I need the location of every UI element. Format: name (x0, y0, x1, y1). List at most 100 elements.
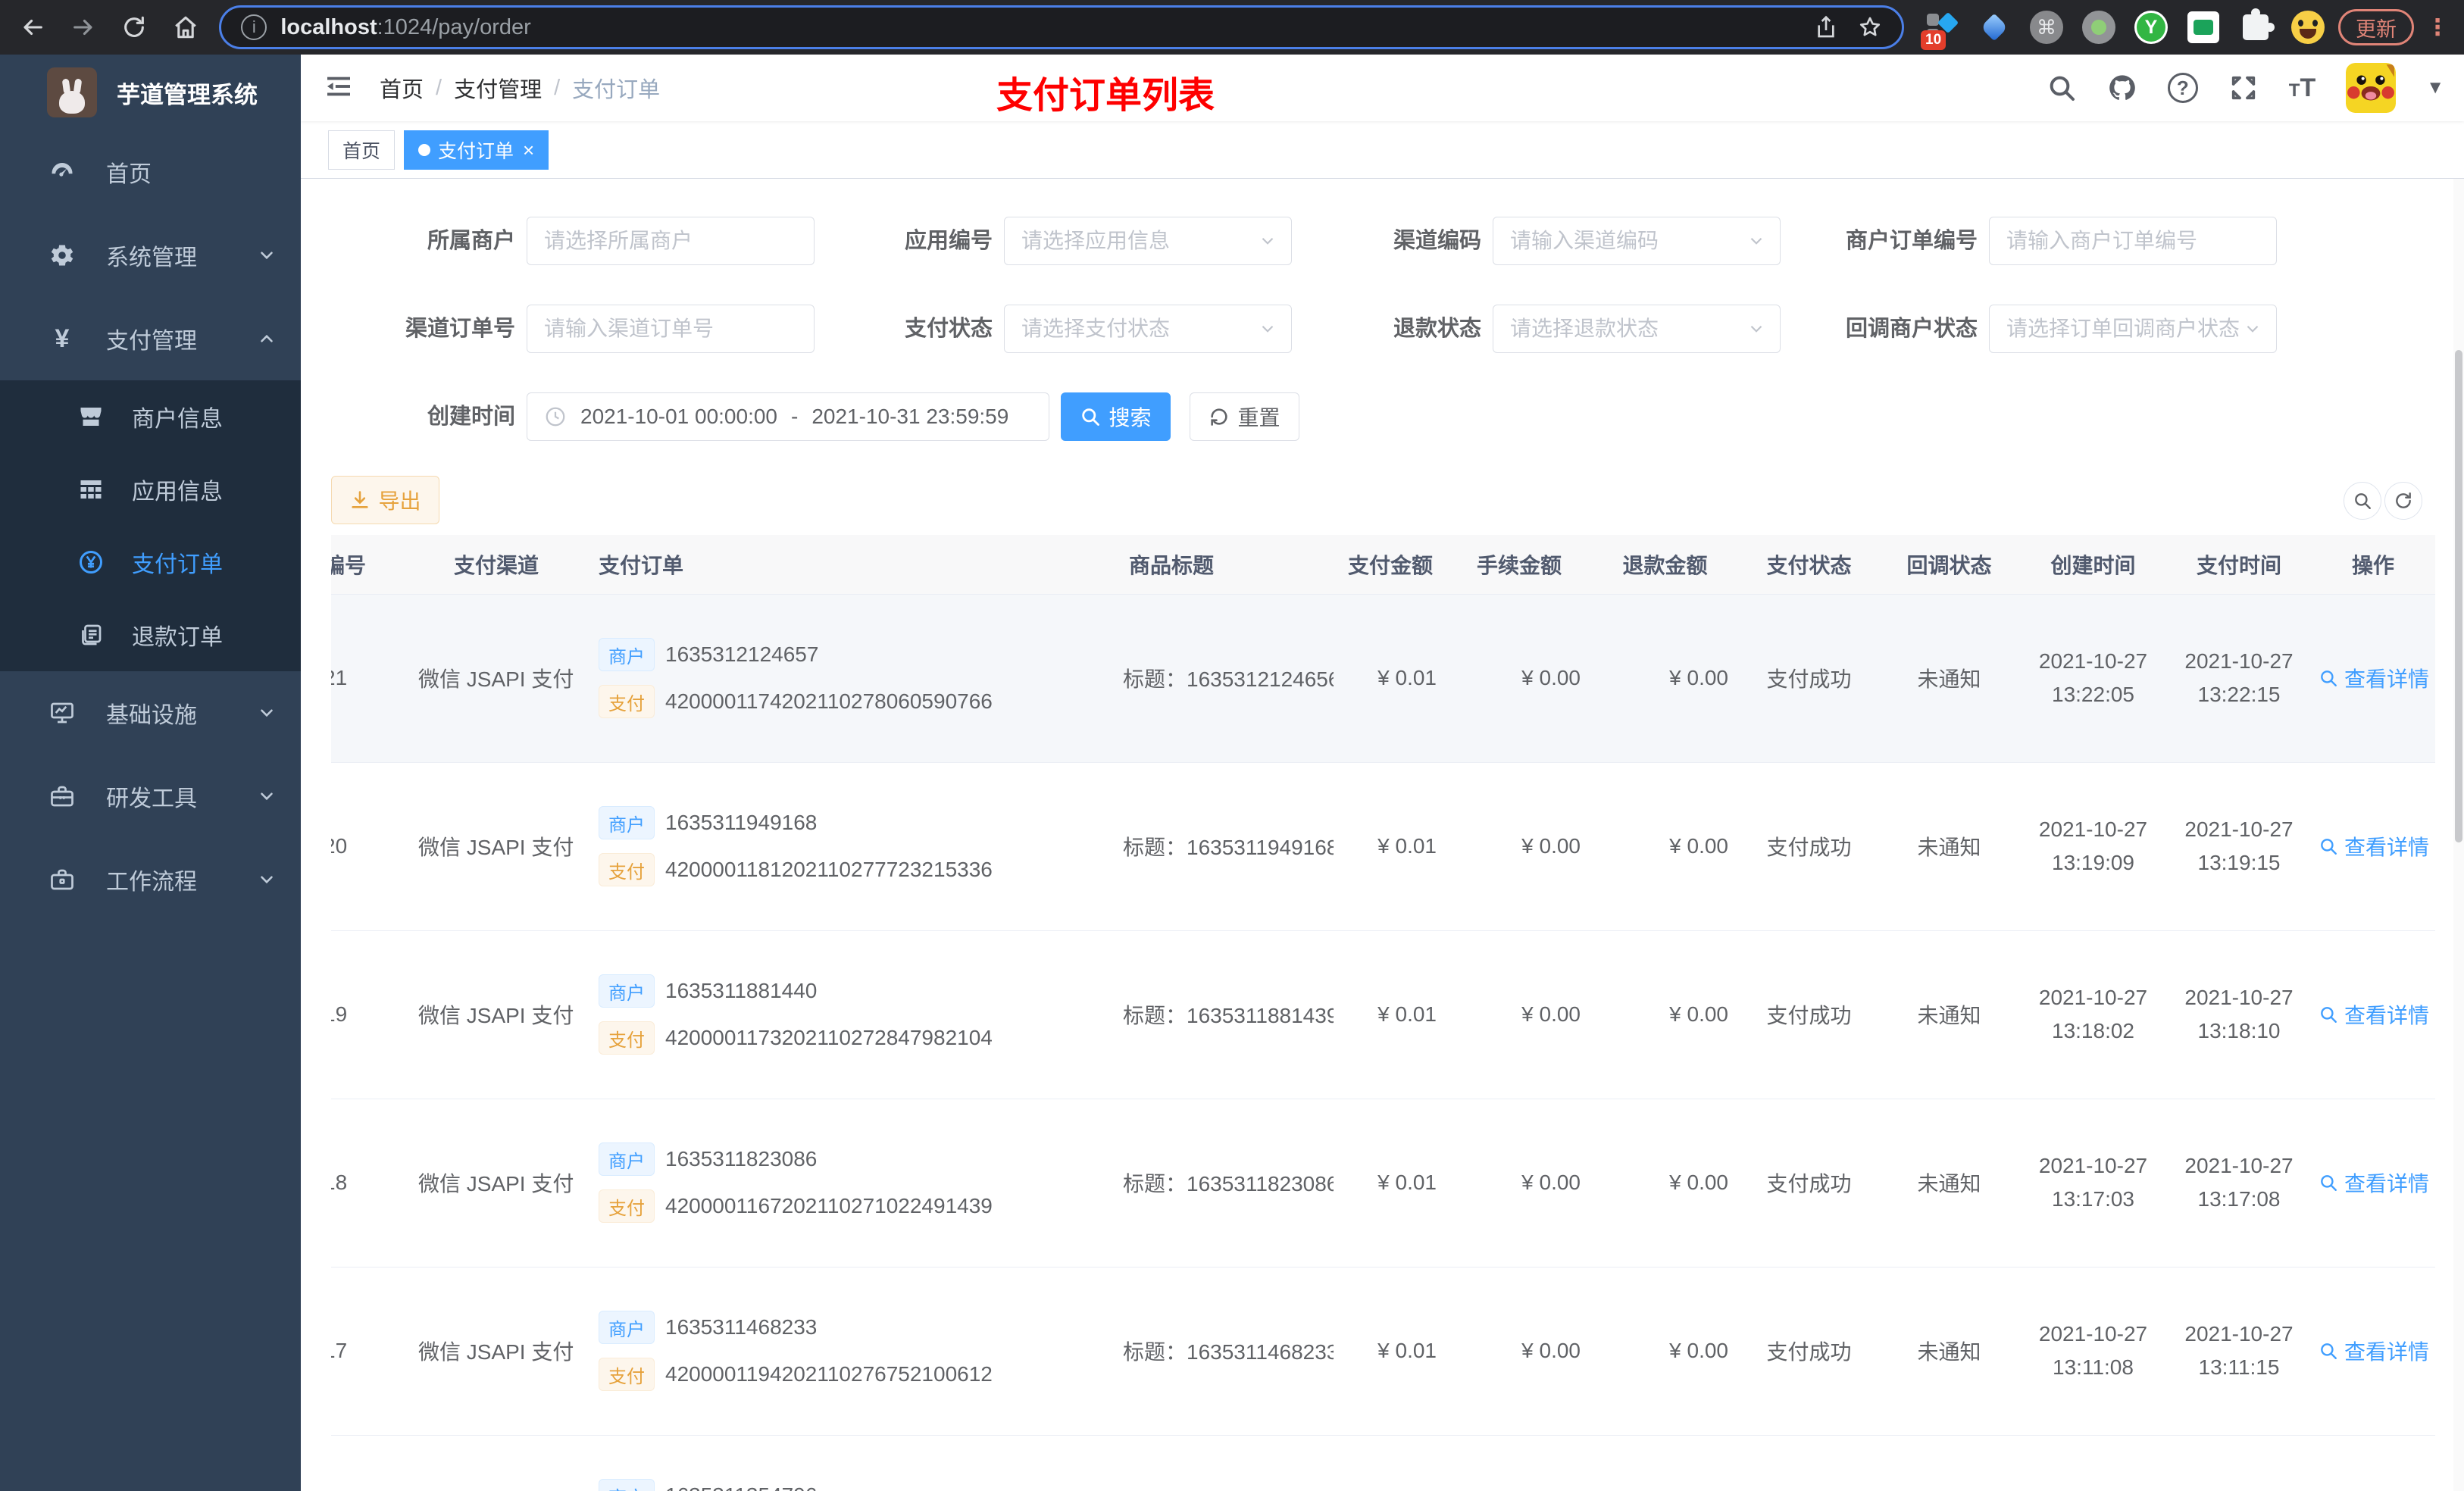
extension-gem-icon[interactable] (1978, 11, 2011, 44)
view-detail-link[interactable]: 查看详情 (2319, 999, 2429, 1030)
col-header-fee: 手续金额 (1447, 535, 1591, 595)
col-header-order: 支付订单 (583, 535, 1114, 595)
sidebar-item-refund-order[interactable]: 退款订单 (0, 599, 301, 671)
callback-status-select[interactable] (1989, 305, 2277, 353)
page-scrollbar[interactable] (2453, 55, 2464, 1491)
browser-home-button[interactable] (168, 10, 202, 45)
view-detail-link[interactable]: 查看详情 (2319, 1336, 2429, 1366)
help-icon[interactable]: ? (2167, 73, 2198, 103)
reset-button[interactable]: 重置 (1190, 392, 1299, 441)
view-detail-link[interactable]: 查看详情 (2319, 831, 2429, 861)
filter-label-app-no: 应用编号 (904, 229, 993, 253)
browser-update-button[interactable]: 更新 (2338, 9, 2415, 45)
browser-extensions: 10 ⌘ Y (1921, 8, 2325, 50)
sidebar-item-infra[interactable]: 基础设施 (0, 671, 301, 755)
bookmark-star-icon[interactable] (1858, 15, 1882, 39)
share-icon[interactable] (1814, 15, 1838, 39)
table-row[interactable]: 20 微信 JSAPI 支付 商户1635311949168 支付4200001… (331, 762, 2435, 931)
export-button[interactable]: 导出 (331, 476, 439, 524)
browser-back-button[interactable] (15, 10, 49, 45)
active-tag-dot (418, 143, 431, 156)
channel-code-select[interactable] (1493, 217, 1781, 265)
table-row[interactable]: 21 微信 JSAPI 支付 商户1635312124657 支付4200001… (331, 594, 2435, 763)
sidebar-item-system[interactable]: 系统管理 (0, 214, 301, 297)
merchant-tag: 商户 (599, 1311, 655, 1344)
chevron-down-icon (257, 245, 277, 265)
refund-status-select[interactable] (1493, 305, 1781, 353)
pay-tag: 支付 (599, 685, 655, 718)
font-size-icon[interactable]: TT (2289, 73, 2315, 103)
chevron-down-icon (257, 786, 277, 806)
table-row-partial[interactable]: 商户1635311354796 (331, 1435, 2435, 1491)
merchant-order-no-input[interactable] (1989, 217, 2277, 265)
extension-emoji-icon[interactable] (2291, 11, 2325, 44)
sidebar-pay-submenu: 商户信息 应用信息 支付订单 退款订单 (0, 380, 301, 671)
sidebar: 芋道管理系统 首页 系统管理 ¥ 支付管理 商户信息 应用信息 支付订单 退款订… (0, 55, 301, 1491)
create-time-range-picker[interactable]: 2021-10-01 00:00:00 - 2021-10-31 23:59:5… (527, 392, 1049, 441)
table-row[interactable]: 18 微信 JSAPI 支付 商户1635311823086 支付4200001… (331, 1099, 2435, 1268)
table-header-row: 编号 支付渠道 支付订单 商品标题 支付金额 手续金额 退款金额 支付状态 回调… (331, 535, 2435, 595)
tag-home[interactable]: 首页 (328, 130, 396, 170)
document-icon (76, 621, 106, 649)
col-header-no: 编号 (331, 535, 409, 595)
breadcrumb-home[interactable]: 首页 (380, 72, 424, 104)
avatar-caret-icon[interactable]: ▼ (2426, 77, 2444, 98)
sidebar-item-app-info[interactable]: 应用信息 (0, 453, 301, 526)
col-header-create-time: 创建时间 (2019, 535, 2167, 595)
table-row[interactable]: 17 微信 JSAPI 支付 商户1635311468233 支付4200001… (331, 1267, 2435, 1436)
extension-chat-icon[interactable] (2187, 11, 2220, 44)
search-button[interactable]: 搜索 (1061, 392, 1171, 441)
search-icon[interactable] (2047, 73, 2077, 103)
pay-tag: 支付 (599, 1358, 655, 1391)
view-detail-link[interactable]: 查看详情 (2319, 663, 2429, 693)
app-no-select[interactable] (1004, 217, 1292, 265)
sidebar-item-home[interactable]: 首页 (0, 130, 301, 214)
channel-order-no-input[interactable] (527, 305, 815, 353)
toggle-search-button[interactable] (2344, 482, 2381, 520)
refresh-table-button[interactable] (2384, 482, 2422, 520)
sidebar-item-pay-order[interactable]: 支付订单 (0, 526, 301, 599)
status-badge: 支付成功 (1739, 1099, 1879, 1268)
chevron-down-icon (257, 703, 277, 723)
merchant-input[interactable] (527, 217, 815, 265)
sidebar-item-devtools[interactable]: 研发工具 (0, 755, 301, 838)
scrollbar-thumb[interactable] (2455, 350, 2462, 842)
pay-tag: 支付 (599, 1189, 655, 1223)
sidebar-logo[interactable]: 芋道管理系统 (0, 55, 301, 130)
toolbox-icon (47, 783, 77, 810)
extension-puzzle-icon[interactable] (2239, 8, 2275, 44)
table-row[interactable]: 19 微信 JSAPI 支付 商户1635311881440 支付4200001… (331, 930, 2435, 1099)
col-header-refund: 退款金额 (1591, 535, 1739, 595)
address-bar[interactable]: i localhost:1024/pay/order (219, 5, 1905, 49)
col-header-status: 支付状态 (1739, 535, 1879, 595)
view-detail-link[interactable]: 查看详情 (2319, 1167, 2429, 1198)
tag-pay-order[interactable]: 支付订单 × (404, 130, 549, 170)
filter-label-channel-code: 渠道编码 (1393, 229, 1481, 253)
merchant-tag: 商户 (599, 1479, 655, 1491)
briefcase-icon (47, 866, 77, 893)
sidebar-item-pay[interactable]: ¥ 支付管理 (0, 297, 301, 380)
shop-icon (76, 403, 106, 430)
date-range-separator: - (791, 405, 799, 428)
browser-menu-icon[interactable]: ⋮ (2426, 14, 2449, 41)
sidebar-item-workflow[interactable]: 工作流程 (0, 838, 301, 921)
sidebar-toggle-icon[interactable] (324, 71, 357, 105)
breadcrumb-pay[interactable]: 支付管理 (454, 72, 542, 104)
pay-status-select[interactable] (1004, 305, 1292, 353)
fullscreen-icon[interactable] (2228, 73, 2259, 103)
chevron-down-icon (1258, 231, 1277, 251)
date-range-end: 2021-10-31 23:59:59 (811, 405, 1009, 428)
extension-command-icon[interactable]: ⌘ (2030, 11, 2064, 44)
tag-close-icon[interactable]: × (523, 140, 534, 160)
github-icon[interactable] (2107, 73, 2137, 103)
site-info-icon[interactable]: i (241, 14, 267, 40)
col-header-channel: 支付渠道 (409, 535, 583, 595)
extension-grid-icon[interactable]: 10 (1921, 11, 1959, 50)
browser-reload-button[interactable] (117, 10, 152, 45)
orders-table: 编号 支付渠道 支付订单 商品标题 支付金额 手续金额 退款金额 支付状态 回调… (331, 535, 2436, 1491)
user-avatar[interactable] (2346, 63, 2397, 113)
sidebar-item-merchant-info[interactable]: 商户信息 (0, 380, 301, 453)
extension-y-icon[interactable]: Y (2134, 11, 2169, 44)
extension-record-icon[interactable] (2082, 11, 2116, 44)
browser-forward-button[interactable] (66, 10, 100, 45)
